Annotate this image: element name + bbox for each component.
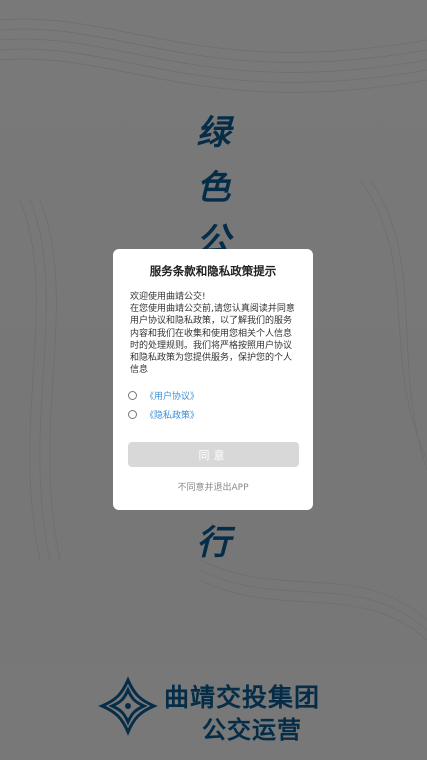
user-agreement-link[interactable]: 《用户协议》 xyxy=(145,389,199,402)
dialog-body-text: 在您使用曲靖公交前,请您认真阅读并同意用户协议和隐私政策，以了解我们的服务内容和… xyxy=(130,304,295,376)
dialog-greeting: 欢迎使用曲靖公交! xyxy=(130,292,206,302)
user-agreement-option[interactable]: 《用户协议》 xyxy=(128,388,199,402)
disagree-exit-link[interactable]: 不同意并退出APP xyxy=(113,480,313,493)
dialog-title: 服务条款和隐私政策提示 xyxy=(149,264,277,278)
user-agreement-radio[interactable] xyxy=(128,390,137,400)
dialog-body: 欢迎使用曲靖公交! 在您使用曲靖公交前,请您认真阅读并同意用户协议和隐私政策，以… xyxy=(130,291,300,376)
privacy-policy-radio[interactable] xyxy=(128,409,137,419)
agree-button[interactable]: 同意 xyxy=(128,442,299,467)
privacy-dialog: 服务条款和隐私政策提示 欢迎使用曲靖公交! 在您使用曲靖公交前,请您认真阅读并同… xyxy=(113,249,313,510)
privacy-policy-link[interactable]: 《隐私政策》 xyxy=(145,408,199,421)
privacy-policy-option[interactable]: 《隐私政策》 xyxy=(128,407,199,421)
